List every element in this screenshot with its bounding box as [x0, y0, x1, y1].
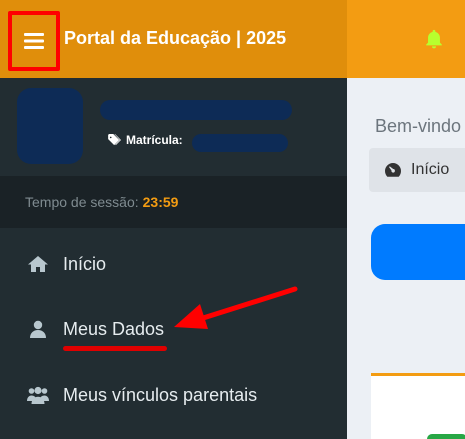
matricula-value-redacted	[192, 134, 288, 152]
brand-bar: Portal da Educação | 2025	[0, 0, 347, 78]
breadcrumb-label: Início	[411, 161, 450, 178]
session-label: Tempo de sessão:	[25, 194, 139, 210]
top-navbar	[347, 0, 465, 78]
info-card-primary	[371, 224, 465, 280]
sidebar-item-label: Início	[63, 253, 107, 274]
bell-icon[interactable]	[423, 28, 445, 50]
app-root: Portal da Educação | 2025 Matrícula: Tem…	[0, 0, 465, 439]
session-time: 23:59	[142, 194, 179, 210]
session-timer: Tempo de sessão: 23:59	[0, 176, 347, 228]
hamburger-icon	[24, 33, 44, 49]
dashboard-icon	[385, 163, 402, 177]
sidebar-item-vinculos[interactable]: Meus vínculos parentais	[0, 368, 347, 422]
user-icon	[27, 319, 49, 339]
matricula-text: Matrícula:	[126, 133, 183, 147]
welcome-text: Bem-vindo	[375, 116, 462, 136]
sidebar-item-label: Meus vínculos parentais	[63, 384, 258, 405]
users-icon	[27, 385, 49, 405]
sidebar: Matrícula: Tempo de sessão: 23:59 Início	[0, 78, 347, 439]
main-content: Bem-vindo Início	[347, 78, 465, 439]
sidebar-item-label: Meus Dados	[63, 318, 165, 339]
annotation-arrow-icon	[174, 286, 298, 329]
tags-icon	[108, 134, 121, 146]
matricula-label: Matrícula:	[108, 133, 183, 147]
sidebar-toggle-button[interactable]	[8, 11, 60, 71]
user-panel: Matrícula:	[0, 78, 347, 176]
breadcrumb[interactable]: Início	[369, 148, 465, 192]
app-title: Portal da Educação | 2025	[64, 28, 287, 48]
annotation-underline	[63, 346, 167, 351]
content-box	[371, 373, 465, 439]
user-name-redacted	[100, 100, 292, 120]
home-icon	[27, 254, 49, 274]
status-badge	[427, 434, 465, 439]
avatar	[17, 88, 83, 164]
